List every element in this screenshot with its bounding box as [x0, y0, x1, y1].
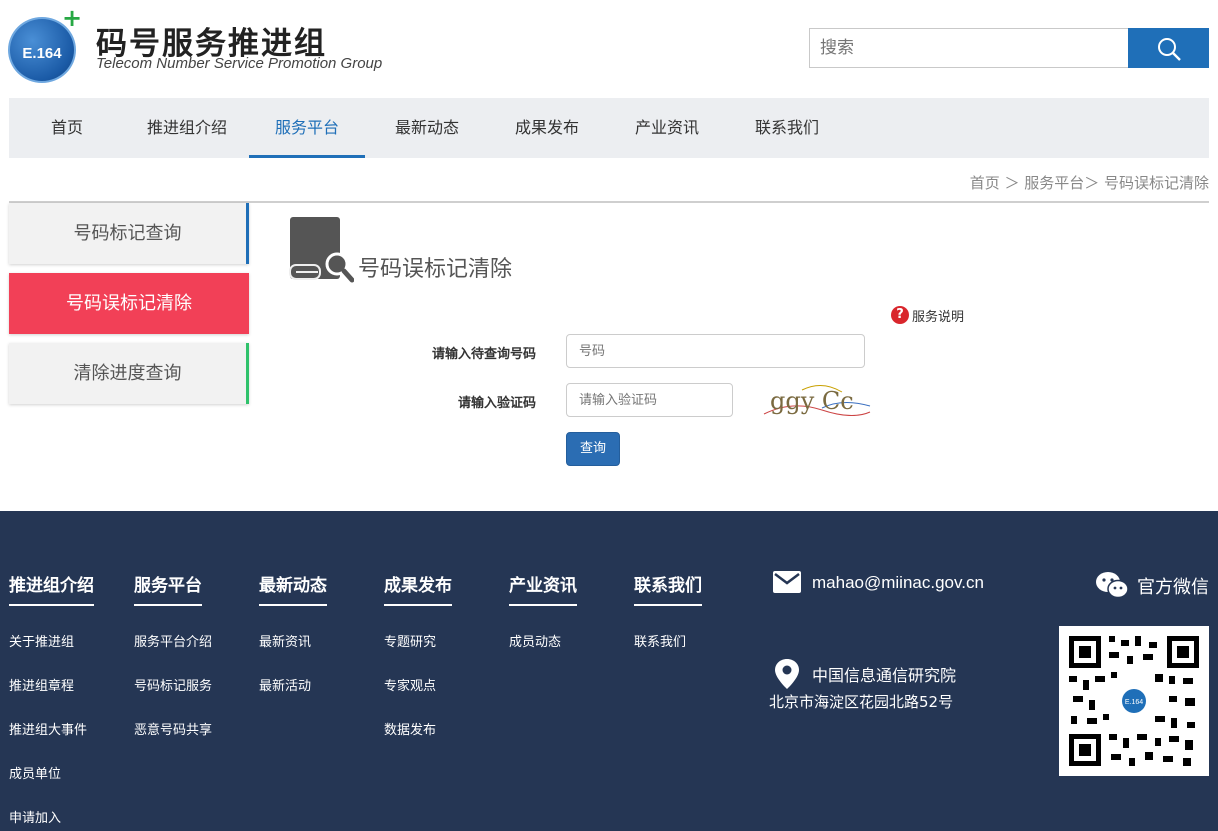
sidebar-item-progress-query[interactable]: 清除进度查询	[9, 343, 249, 404]
footer-heading-industry[interactable]: 产业资讯	[509, 571, 577, 606]
location-pin-icon	[775, 659, 799, 689]
footer-heading-results[interactable]: 成果发布	[384, 571, 452, 606]
nav-item-news[interactable]: 最新动态	[369, 98, 485, 158]
search-input[interactable]	[809, 28, 1129, 68]
footer-link[interactable]: 推进组大事件	[9, 719, 87, 738]
captcha-image[interactable]: ggy Cc	[762, 380, 872, 416]
qr-center-text: E.164	[1125, 699, 1143, 706]
main-nav: 首页 推进组介绍 服务平台 最新动态 成果发布 产业资讯 联系我们	[9, 98, 1209, 158]
captcha-input[interactable]	[566, 383, 733, 417]
footer-link[interactable]: 恶意号码共享	[134, 719, 212, 738]
logo-text: E.164	[22, 45, 62, 62]
footer-heading-service[interactable]: 服务平台	[134, 571, 202, 606]
breadcrumb[interactable]: 首页 ＞ 服务平台＞ 号码误标记清除	[970, 172, 1209, 193]
search-icon	[1158, 38, 1181, 61]
nav-item-service-platform[interactable]: 服务平台	[249, 98, 365, 158]
brand-name-en: Telecom Number Service Promotion Group	[96, 55, 383, 72]
footer	[0, 511, 1218, 831]
mail-icon	[773, 571, 801, 593]
book-search-icon	[289, 217, 354, 283]
footer-link[interactable]: 最新活动	[259, 675, 311, 694]
nav-item-contact[interactable]: 联系我们	[729, 98, 845, 158]
org-address: 北京市海淀区花园北路52号	[769, 693, 954, 711]
footer-link[interactable]: 专题研究	[384, 631, 436, 650]
footer-heading-news[interactable]: 最新动态	[259, 571, 327, 606]
nav-item-about[interactable]: 推进组介绍	[129, 98, 245, 158]
query-button[interactable]: 查询	[566, 432, 620, 466]
sidebar-item-mark-clear[interactable]: 号码误标记清除	[9, 273, 249, 334]
footer-link[interactable]: 专家观点	[384, 675, 436, 694]
captcha-text: ggy Cc	[770, 387, 854, 415]
sidebar-item-mark-query[interactable]: 号码标记查询	[9, 203, 249, 264]
question-icon[interactable]: ?	[891, 306, 909, 324]
footer-link[interactable]: 最新资讯	[259, 631, 311, 650]
footer-link[interactable]: 推进组章程	[9, 675, 74, 694]
nav-item-results[interactable]: 成果发布	[489, 98, 605, 158]
footer-link[interactable]: 成员动态	[509, 631, 561, 650]
footer-heading-contact[interactable]: 联系我们	[634, 571, 702, 606]
nav-item-home[interactable]: 首页	[9, 98, 125, 158]
wechat-icon	[1096, 572, 1129, 599]
wechat-qr-code: E.164	[1059, 626, 1209, 776]
nav-item-industry[interactable]: 产业资讯	[609, 98, 725, 158]
phone-input[interactable]	[566, 334, 865, 368]
footer-link[interactable]: 成员单位	[9, 763, 61, 782]
logo-plus-icon: +	[62, 4, 83, 32]
footer-heading-about[interactable]: 推进组介绍	[9, 571, 94, 606]
org-name: 中国信息通信研究院	[812, 666, 957, 685]
footer-link[interactable]: 关于推进组	[9, 631, 74, 650]
contact-email[interactable]: mahao@miinac.gov.cn	[812, 573, 984, 593]
page-title: 号码误标记清除	[358, 257, 513, 282]
phone-label: 请输入待查询号码	[431, 347, 536, 362]
footer-link[interactable]: 申请加入	[9, 807, 61, 826]
footer-link[interactable]: 数据发布	[384, 719, 436, 738]
footer-link[interactable]: 服务平台介绍	[134, 631, 212, 650]
captcha-label: 请输入验证码	[457, 396, 536, 411]
wechat-label: 官方微信	[1137, 577, 1209, 598]
footer-link[interactable]: 号码标记服务	[134, 675, 212, 694]
service-help-link[interactable]: 服务说明	[912, 306, 964, 325]
footer-link[interactable]: 联系我们	[634, 631, 686, 650]
search-button[interactable]	[1128, 28, 1209, 68]
